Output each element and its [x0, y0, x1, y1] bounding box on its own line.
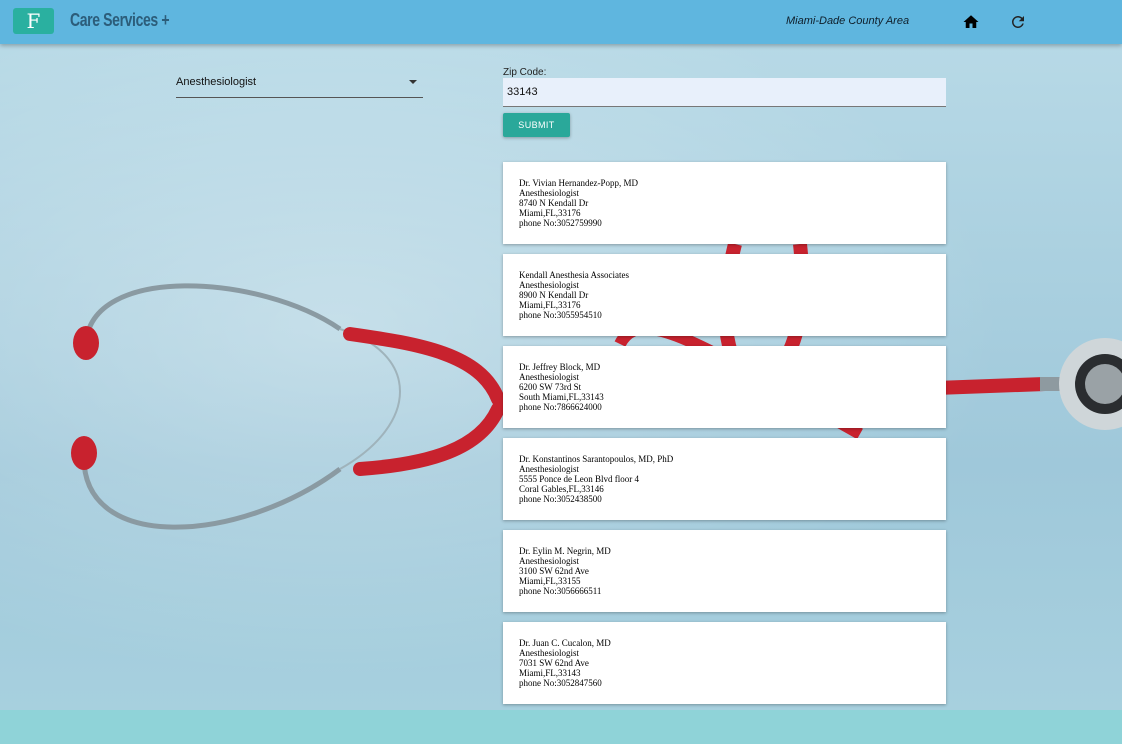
result-card[interactable]: Dr. Eylin M. Negrin, MD Anesthesiologist…: [503, 530, 946, 612]
result-name: Dr. Juan C. Cucalon, MD: [519, 638, 611, 648]
result-phone: phone No:3052759990: [519, 218, 602, 228]
result-city: Miami,FL,33176: [519, 208, 581, 218]
home-icon[interactable]: [962, 13, 980, 31]
result-card[interactable]: Kendall Anesthesia Associates Anesthesio…: [503, 254, 946, 336]
result-name: Kendall Anesthesia Associates: [519, 270, 629, 280]
result-specialty: Anesthesiologist: [519, 556, 579, 566]
zip-code-input[interactable]: [503, 78, 946, 107]
specialty-select[interactable]: Anesthesiologist: [176, 72, 423, 98]
result-phone: phone No:3056666511: [519, 586, 602, 596]
specialty-select-value: Anesthesiologist: [176, 76, 257, 88]
result-specialty: Anesthesiologist: [519, 464, 579, 474]
submit-button[interactable]: SUBMIT: [503, 113, 570, 137]
footer-strip: [0, 710, 1122, 744]
result-card[interactable]: Dr. Juan C. Cucalon, MD Anesthesiologist…: [503, 622, 946, 704]
result-name: Dr. Konstantinos Sarantopoulos, MD, PhD: [519, 454, 674, 464]
result-phone: phone No:3055954510: [519, 310, 602, 320]
brand-title: Care Services +: [70, 10, 170, 30]
results-list: Dr. Vivian Hernandez-Popp, MD Anesthesio…: [503, 162, 946, 714]
zip-code-label: Zip Code:: [503, 67, 547, 78]
area-label: Miami-Dade County Area: [786, 15, 910, 27]
result-specialty: Anesthesiologist: [519, 372, 579, 382]
result-name: Dr. Jeffrey Block, MD: [519, 362, 601, 372]
result-card[interactable]: Dr. Vivian Hernandez-Popp, MD Anesthesio…: [503, 162, 946, 244]
result-city: Miami,FL,33176: [519, 300, 581, 310]
result-card[interactable]: Dr. Konstantinos Sarantopoulos, MD, PhD …: [503, 438, 946, 520]
app-logo[interactable]: F: [13, 8, 54, 34]
result-city: South Miami,FL,33143: [519, 392, 604, 402]
chevron-down-icon: [409, 80, 417, 84]
result-street: 8900 N Kendall Dr: [519, 290, 589, 300]
result-phone: phone No:3052847560: [519, 678, 602, 688]
result-street: 7031 SW 62nd Ave: [519, 658, 589, 668]
result-street: 5555 Ponce de Leon Blvd floor 4: [519, 474, 639, 484]
result-street: 8740 N Kendall Dr: [519, 198, 589, 208]
result-phone: phone No:7866624000: [519, 402, 602, 412]
result-name: Dr. Eylin M. Negrin, MD: [519, 546, 611, 556]
result-specialty: Anesthesiologist: [519, 280, 579, 290]
result-phone: phone No:3052438500: [519, 494, 602, 504]
result-specialty: Anesthesiologist: [519, 188, 579, 198]
logo-letter: F: [26, 9, 41, 33]
result-name: Dr. Vivian Hernandez-Popp, MD: [519, 178, 639, 188]
result-specialty: Anesthesiologist: [519, 648, 579, 658]
result-city: Coral Gables,FL,33146: [519, 484, 604, 494]
refresh-icon[interactable]: [1009, 13, 1027, 31]
result-street: 6200 SW 73rd St: [519, 382, 582, 392]
result-city: Miami,FL,33155: [519, 576, 581, 586]
result-card[interactable]: Dr. Jeffrey Block, MD Anesthesiologist 6…: [503, 346, 946, 428]
result-city: Miami,FL,33143: [519, 668, 581, 678]
result-street: 3100 SW 62nd Ave: [519, 566, 589, 576]
app-bar: F Care Services + Miami-Dade County Area: [0, 0, 1122, 44]
